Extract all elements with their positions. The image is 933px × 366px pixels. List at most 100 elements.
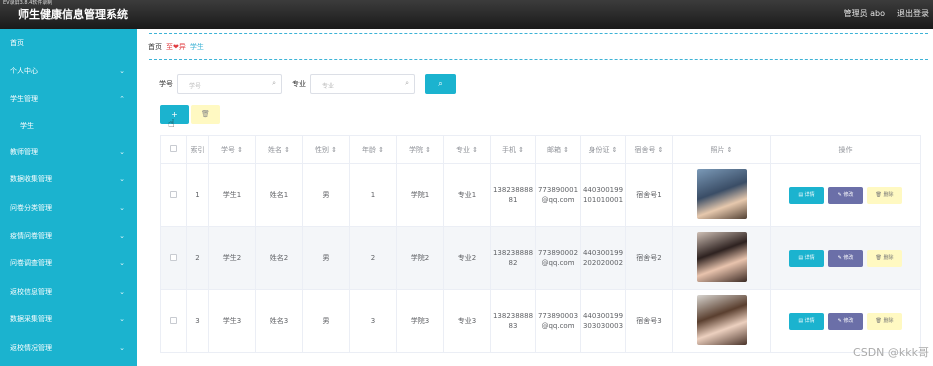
cell-phone: 13823888882 [490,226,536,290]
cell-photo [672,163,771,227]
cell-dorm: 宿舍号1 [625,163,673,227]
select-all-checkbox-cell[interactable] [160,135,187,164]
cell-email: 773890001@qq.com [535,163,581,227]
checkbox[interactable] [170,190,177,198]
cell-id-card: 440300199202020002 [580,226,626,290]
chevron-down-icon: ⌄ [119,259,125,267]
mouse-cursor-icon: ☝ [168,117,175,130]
chevron-down-icon: ⌄ [119,67,125,75]
sidebar-item-home[interactable]: 首页 [0,29,137,57]
table-row: 3 学生3 姓名3 男 3 学院3 专业3 13823888883 773890… [160,289,921,353]
sidebar-item-label: 学生管理 [10,95,38,103]
cell-email: 773890002@qq.com [535,226,581,290]
delete-button[interactable]: 🗑 删除 [867,249,902,267]
app-title: 师生健康信息管理系统 [18,8,128,21]
cell-age: 1 [349,163,397,227]
cell-email: 773890003@qq.com [535,289,581,353]
checkbox[interactable] [170,145,177,152]
sidebar-item-label: 数据采集管理 [10,315,52,323]
main-content: 首页 至❤异 学生 学号 学号 ⌕ 专业 专业 ⌕ ⌕ + 🗑 ☝ 索引 学号 … [137,29,933,366]
table-header-row: 索引 学号 ⇕ 姓名 ⇕ 性别 ⇕ 年龄 ⇕ 学院 ⇕ 专业 ⇕ 手机 ⇕ 邮箱… [160,135,921,164]
chevron-down-icon: ⌄ [119,315,125,323]
column-header[interactable]: 学号 ⇕ [208,135,256,164]
breadcrumb: 首页 至❤异 学生 [148,42,204,52]
column-header[interactable]: 照片 ⇕ [672,135,771,164]
table-row: 2 学生2 姓名2 男 2 学院2 专业2 13823888882 773890… [160,226,921,290]
sidebar-item-questionnaire-category[interactable]: 问卷分类管理 ⌄ [0,194,137,222]
column-header[interactable]: 身份证 ⇕ [580,135,626,164]
delete-button[interactable]: 🗑 删除 [867,312,902,330]
chevron-down-icon: ⌄ [119,344,125,352]
row-checkbox-cell[interactable] [160,289,187,353]
chevron-down-icon: ⌄ [119,204,125,212]
column-header[interactable]: 手机 ⇕ [490,135,536,164]
cell-dorm: 宿舍号3 [625,289,673,353]
admin-user-label[interactable]: 管理员 abo [844,8,885,19]
student-table: 索引 学号 ⇕ 姓名 ⇕ 性别 ⇕ 年龄 ⇕ 学院 ⇕ 专业 ⇕ 手机 ⇕ 邮箱… [160,135,921,353]
column-header[interactable]: 专业 ⇕ [443,135,491,164]
top-right-links: 管理员 abo 退出登录 [844,8,929,19]
column-header[interactable]: 学院 ⇕ [396,135,444,164]
detail-button[interactable]: ▤ 详情 [789,186,824,204]
breadcrumb-bar [149,33,928,60]
column-header[interactable]: 姓名 ⇕ [255,135,303,164]
row-checkbox-cell[interactable] [160,163,187,227]
cell-college: 学院1 [396,163,444,227]
cell-index: 3 [186,289,209,353]
major-placeholder: 专业 [322,83,335,90]
logout-link[interactable]: 退出登录 [897,8,929,19]
search-button[interactable]: ⌕ [425,74,456,94]
cell-major: 专业2 [443,226,491,290]
cell-id-card: 440300199303030003 [580,289,626,353]
chevron-down-icon: ⌄ [119,148,125,156]
major-input[interactable]: 专业 ⌕ [310,74,415,94]
chevron-down-icon: ⌄ [119,175,125,183]
sidebar-item-label: 个人中心 [10,67,38,75]
sidebar-item-return-status[interactable]: 返校情况管理 ⌄ [0,334,137,362]
sidebar-item-label: 疫情问卷管理 [10,232,52,240]
column-header[interactable]: 性别 ⇕ [302,135,350,164]
csdn-watermark: CSDN @kkk哥 [853,346,929,359]
sidebar-item-return-info[interactable]: 返校信息管理 ⌄ [0,278,137,306]
sidebar-item-student-management[interactable]: 学生管理 ⌃ [0,85,137,113]
checkbox[interactable] [170,253,177,261]
sidebar-item-personal-center[interactable]: 个人中心 ⌄ [0,57,137,85]
search-bar: 学号 学号 ⌕ 专业 专业 ⌕ ⌕ [159,74,456,94]
sidebar-item-survey-management[interactable]: 问卷调查管理 ⌄ [0,249,137,277]
cell-college: 学院3 [396,289,444,353]
cell-student-no: 学生1 [208,163,256,227]
top-bar: EV录屏3.8.4软件录制 师生健康信息管理系统 管理员 abo 退出登录 [0,0,933,29]
cell-student-no: 学生2 [208,226,256,290]
table-row: 1 学生1 姓名1 男 1 学院1 专业1 13823888881 773890… [160,163,921,227]
cell-gender: 男 [302,226,350,290]
sidebar-item-student[interactable]: 学生 [0,112,137,140]
student-photo [696,169,747,219]
delete-button[interactable]: 🗑 删除 [867,186,902,204]
sidebar-item-epidemic-questionnaire[interactable]: 疫情问卷管理 ⌄ [0,222,137,250]
edit-button[interactable]: ✎ 修改 [828,312,863,330]
column-header[interactable]: 邮箱 ⇕ [535,135,581,164]
sidebar-item-data-collection[interactable]: 数据收集管理 ⌄ [0,165,137,193]
student-no-input[interactable]: 学号 ⌕ [177,74,282,94]
row-checkbox-cell[interactable] [160,226,187,290]
breadcrumb-current: 学生 [189,43,204,51]
sidebar-item-teacher-management[interactable]: 教师管理 ⌄ [0,138,137,166]
cell-phone: 13823888883 [490,289,536,353]
column-header[interactable]: 宿舍号 ⇕ [625,135,673,164]
detail-button[interactable]: ▤ 详情 [789,249,824,267]
cell-name: 姓名3 [255,289,303,353]
cell-phone: 13823888881 [490,163,536,227]
cell-age: 3 [349,289,397,353]
cell-index: 1 [186,163,209,227]
sidebar-item-data-gathering[interactable]: 数据采集管理 ⌄ [0,305,137,333]
sidebar-item-label: 数据收集管理 [10,175,52,183]
detail-button[interactable]: ▤ 详情 [789,312,824,330]
batch-delete-button[interactable]: 🗑 [191,105,220,124]
edit-button[interactable]: ✎ 修改 [828,249,863,267]
column-header: 索引 [186,135,209,164]
breadcrumb-home[interactable]: 首页 [148,42,162,52]
column-header[interactable]: 年龄 ⇕ [349,135,397,164]
checkbox[interactable] [170,316,177,324]
cell-photo [672,289,771,353]
edit-button[interactable]: ✎ 修改 [828,186,863,204]
